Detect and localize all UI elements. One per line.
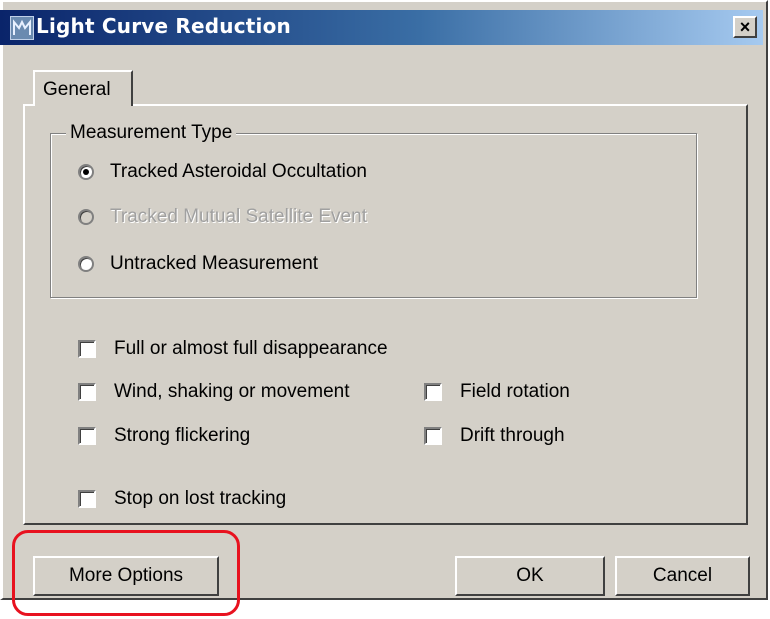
check-strong-flickering[interactable]: Strong flickering	[78, 424, 250, 448]
check-drift-through[interactable]: Drift through	[424, 424, 565, 448]
radio-tracked-mutual-satellite-event: Tracked Mutual Satellite Event	[78, 205, 367, 229]
radio-tracked-asteroidal-occultation[interactable]: Tracked Asteroidal Occultation	[78, 160, 367, 184]
check-wind-shaking-movement[interactable]: Wind, shaking or movement	[78, 380, 350, 404]
checkbox[interactable]	[424, 383, 442, 401]
checkbox-label: Stop on lost tracking	[114, 488, 287, 509]
radio-untracked-measurement[interactable]: Untracked Measurement	[78, 252, 318, 276]
ok-button[interactable]: OK	[455, 556, 605, 596]
checkbox[interactable]	[78, 340, 96, 358]
tab-general[interactable]: General	[33, 70, 133, 106]
window-title: Light Curve Reduction	[36, 14, 291, 38]
check-full-disappearance[interactable]: Full or almost full disappearance	[78, 337, 388, 361]
app-icon	[10, 16, 34, 40]
check-field-rotation[interactable]: Field rotation	[424, 380, 570, 404]
checkbox[interactable]	[78, 490, 96, 508]
radio-label: Tracked Mutual Satellite Event	[110, 206, 367, 227]
checkbox-label: Wind, shaking or movement	[114, 381, 350, 402]
highlight-annotation	[12, 530, 240, 616]
radio-label: Tracked Asteroidal Occultation	[110, 161, 367, 182]
checkbox[interactable]	[424, 427, 442, 445]
checkbox[interactable]	[78, 383, 96, 401]
check-stop-on-lost-tracking[interactable]: Stop on lost tracking	[78, 487, 286, 511]
radio-button-disabled	[78, 209, 94, 225]
cancel-button[interactable]: Cancel	[615, 556, 750, 596]
close-button[interactable]: ×	[733, 16, 757, 38]
checkbox[interactable]	[78, 427, 96, 445]
radio-label: Untracked Measurement	[110, 253, 319, 274]
radio-button[interactable]	[78, 256, 94, 272]
checkbox-label: Strong flickering	[114, 425, 251, 446]
checkbox-label: Full or almost full disappearance	[114, 338, 388, 359]
checkbox-label: Drift through	[460, 425, 565, 446]
measurement-type-label: Measurement Type	[66, 122, 237, 144]
radio-button-checked[interactable]	[78, 164, 94, 180]
checkbox-label: Field rotation	[460, 381, 570, 402]
title-bar[interactable]: Light Curve Reduction ×	[0, 10, 763, 45]
